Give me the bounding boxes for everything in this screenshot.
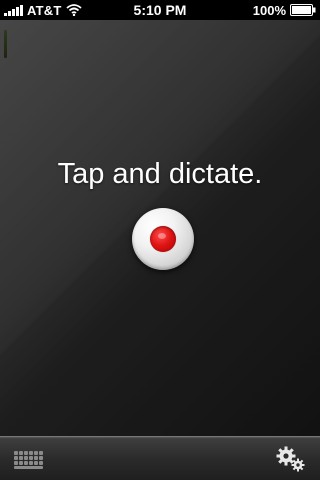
- dictation-area: Tap and dictate.: [0, 20, 320, 436]
- settings-button[interactable]: [275, 445, 307, 473]
- status-bar: AT&T 5:10 PM 100%: [0, 0, 320, 20]
- record-button[interactable]: [132, 208, 194, 270]
- keyboard-button[interactable]: [14, 451, 46, 469]
- gears-icon: [276, 446, 305, 472]
- battery-percent: 100%: [252, 2, 286, 18]
- battery-icon: [290, 4, 316, 16]
- audio-level-meter: [4, 30, 7, 58]
- dictate-prompt: Tap and dictate.: [57, 158, 263, 190]
- bottom-toolbar: [0, 436, 320, 480]
- record-icon: [150, 226, 176, 252]
- status-right: 100%: [253, 0, 316, 20]
- keyboard-icon: [14, 451, 46, 469]
